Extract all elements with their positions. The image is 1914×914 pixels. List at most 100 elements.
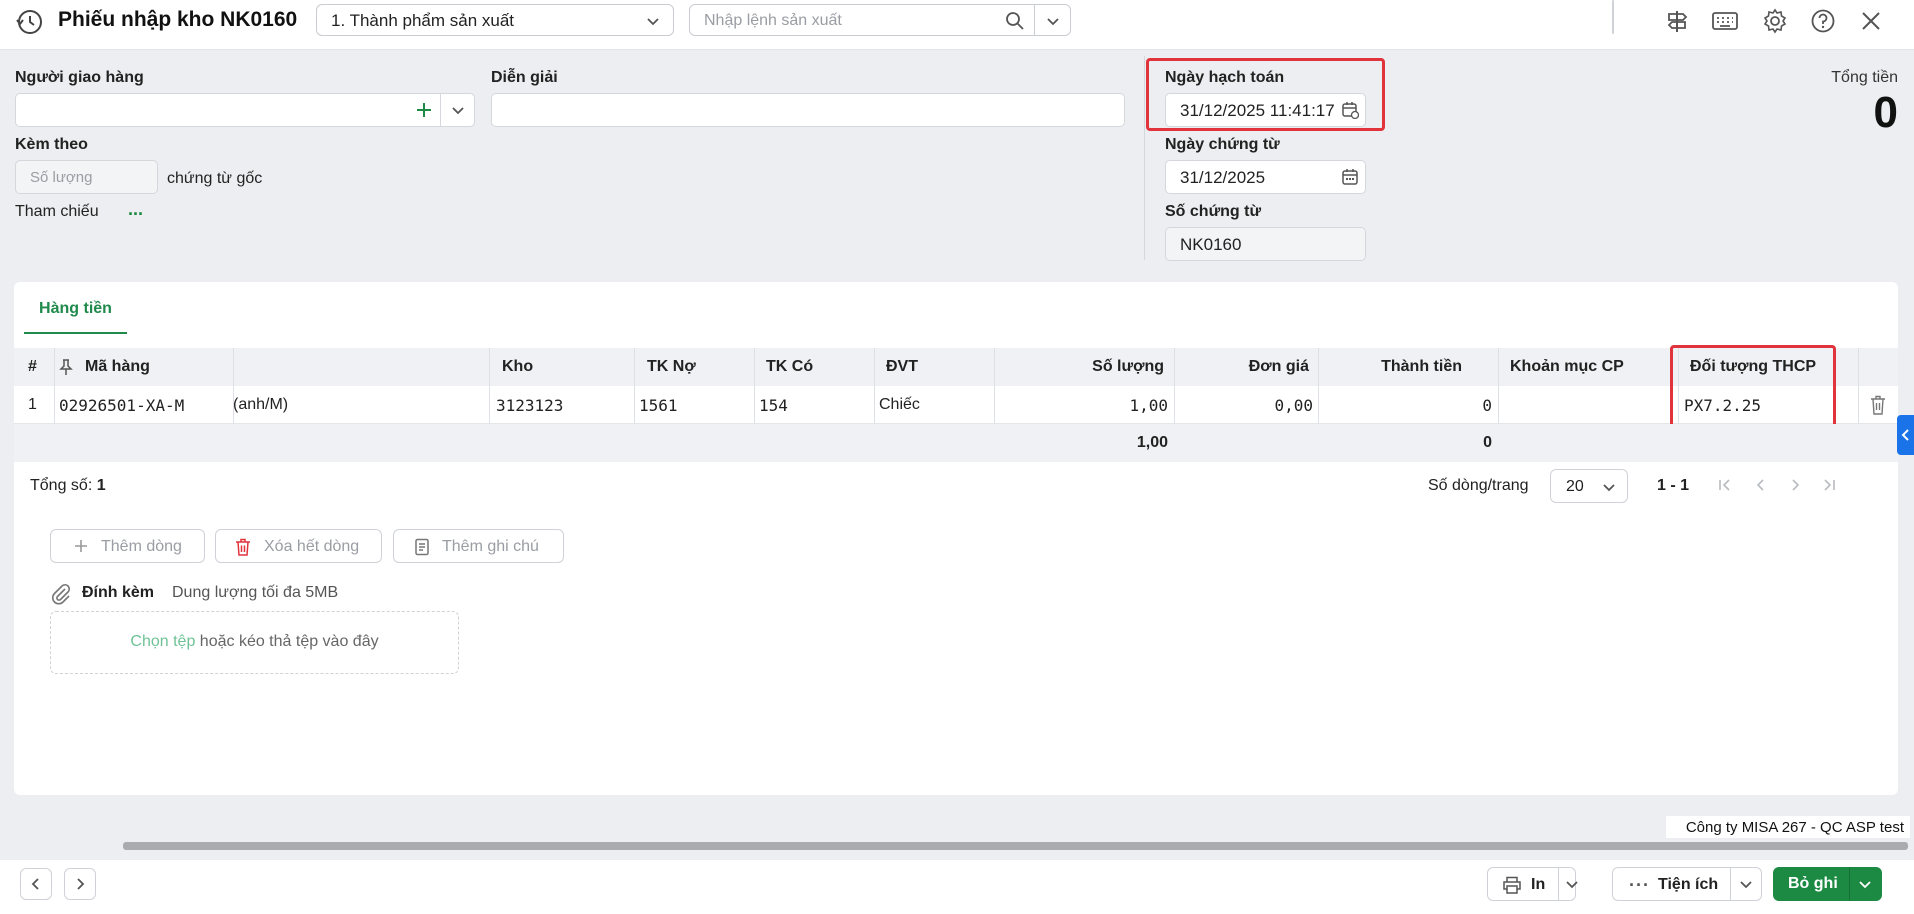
- col-header-khoan-muc-cp[interactable]: Khoản mục CP: [1510, 358, 1624, 376]
- divider: [1174, 386, 1175, 424]
- sum-thanh-tien: 0: [1483, 434, 1492, 451]
- divider: [489, 348, 490, 386]
- gear-icon[interactable]: [1762, 8, 1788, 34]
- next-page-icon[interactable]: [1786, 477, 1804, 498]
- page-range: 1 - 1: [1657, 477, 1690, 494]
- divider: [634, 386, 635, 424]
- choose-file-link[interactable]: Chọn tệp: [130, 633, 195, 650]
- unpost-button[interactable]: Bỏ ghi: [1773, 867, 1882, 901]
- divider: [489, 386, 490, 424]
- divider: [994, 386, 995, 424]
- divider: [994, 348, 995, 386]
- so-chung-tu-input[interactable]: NK0160: [1165, 227, 1366, 261]
- cell-dvt[interactable]: Chiếc: [879, 396, 920, 414]
- tab-active-indicator: [24, 332, 127, 334]
- divider: [440, 94, 441, 126]
- ngay-chung-tu-value: 31/12/2025: [1180, 168, 1266, 187]
- nguoi-giao-hang-input[interactable]: [15, 93, 475, 127]
- table-row[interactable]: 1 02926501-XA-M (anh/M) 3123123 1561 154…: [14, 386, 1898, 424]
- chevron-down-icon: [1601, 479, 1617, 500]
- help-icon[interactable]: [1810, 8, 1836, 34]
- divider: [634, 348, 635, 386]
- delete-all-rows-button[interactable]: Xóa hết dòng: [215, 529, 382, 563]
- tab-hang-tien[interactable]: Hàng tiền: [24, 300, 127, 318]
- table-summary-row: 1,00 0: [14, 424, 1898, 462]
- chevron-down-icon[interactable]: [1738, 876, 1754, 897]
- sum-so-luong: 1,00: [1136, 434, 1168, 451]
- divider: [1498, 348, 1499, 386]
- col-header-dvt[interactable]: ĐVT: [886, 358, 918, 376]
- divider: [874, 348, 875, 386]
- cell-num: 1: [28, 396, 37, 413]
- col-header-so-luong[interactable]: Số lượng: [1004, 358, 1164, 376]
- chevron-down-icon[interactable]: [450, 102, 466, 123]
- divider: [1849, 867, 1850, 901]
- unpost-label: Bỏ ghi: [1788, 875, 1838, 892]
- plus-icon[interactable]: [414, 100, 434, 125]
- ngay-chung-tu-input[interactable]: 31/12/2025: [1165, 160, 1366, 194]
- add-row-button[interactable]: Thêm dòng: [50, 529, 205, 563]
- print-dropdown-chevron-icon[interactable]: [1564, 876, 1580, 897]
- first-page-icon[interactable]: [1716, 477, 1734, 498]
- cell-ma-hang[interactable]: 02926501-XA-M: [59, 396, 184, 415]
- cell-tk-no[interactable]: 1561: [639, 396, 678, 415]
- history-icon[interactable]: [14, 7, 44, 37]
- col-header-tk-no[interactable]: TK Nợ: [647, 358, 696, 376]
- prev-record-button[interactable]: [20, 868, 52, 900]
- tham-chieu-link[interactable]: ...: [128, 199, 143, 220]
- cell-tk-co[interactable]: 154: [759, 396, 788, 415]
- col-header-tk-co[interactable]: TK Có: [766, 358, 813, 376]
- keyboard-icon[interactable]: [1711, 8, 1738, 34]
- add-note-button[interactable]: Thêm ghi chú: [393, 529, 564, 563]
- signpost-icon[interactable]: [1664, 8, 1690, 34]
- last-page-icon[interactable]: [1820, 477, 1838, 498]
- next-record-button[interactable]: [64, 868, 96, 900]
- divider: [1730, 868, 1731, 900]
- production-order-input[interactable]: Nhập lệnh sản xuất: [689, 4, 1071, 36]
- divider: [1498, 386, 1499, 424]
- divider: [754, 386, 755, 424]
- utilities-label: Tiện ích: [1658, 876, 1719, 893]
- divider: [1318, 348, 1319, 386]
- dien-giai-input[interactable]: [491, 93, 1125, 127]
- tong-so: Tổng số: 1: [30, 477, 106, 495]
- production-order-placeholder: Nhập lệnh sản xuất: [704, 12, 842, 29]
- horizontal-scrollbar[interactable]: [123, 842, 1908, 850]
- cell-so-luong[interactable]: 1,00: [1004, 396, 1168, 415]
- so-luong-input[interactable]: Số lượng: [15, 160, 158, 194]
- search-icon[interactable]: [1005, 11, 1025, 36]
- tham-chieu-label: Tham chiếu: [15, 203, 99, 220]
- divider: [233, 348, 234, 386]
- divider: [754, 348, 755, 386]
- tien-ich-button[interactable]: [1612, 0, 1614, 34]
- divider: [1144, 56, 1145, 260]
- cell-thanh-tien[interactable]: 0: [1328, 396, 1492, 415]
- side-panel-toggle[interactable]: [1897, 415, 1914, 455]
- prev-page-icon[interactable]: [1752, 477, 1770, 498]
- divider: [54, 348, 55, 386]
- tong-so-label: Tổng số:: [30, 477, 93, 494]
- cell-ten-hang[interactable]: (anh/M): [233, 396, 483, 414]
- calendar-icon[interactable]: [1341, 168, 1359, 191]
- trash-icon[interactable]: [1868, 394, 1888, 421]
- file-drop-zone[interactable]: Chọn tệp hoặc kéo thả tệp vào đây: [50, 611, 459, 674]
- cell-kho[interactable]: 3123123: [496, 396, 563, 415]
- close-icon[interactable]: [1858, 8, 1884, 34]
- col-header-thanh-tien[interactable]: Thành tiền: [1328, 358, 1462, 376]
- chevron-down-icon[interactable]: [1045, 13, 1061, 34]
- chevron-down-icon: [645, 13, 661, 34]
- col-header-kho[interactable]: Kho: [502, 358, 533, 376]
- divider: [1558, 868, 1559, 900]
- page-title: Phiếu nhập kho NK0160: [58, 8, 298, 31]
- col-header-don-gia[interactable]: Đơn giá: [1184, 358, 1309, 376]
- pin-icon[interactable]: [58, 358, 74, 381]
- print-button[interactable]: In: [1487, 867, 1576, 901]
- utilities-button[interactable]: ··· Tiện ích: [1612, 867, 1762, 901]
- drop-hint: hoặc kéo thả tệp vào đây: [199, 633, 379, 650]
- col-header-ma-hang[interactable]: Mã hàng: [85, 358, 150, 376]
- voucher-type-select[interactable]: 1. Thành phẩm sản xuất: [316, 4, 674, 36]
- chevron-down-icon[interactable]: [1857, 876, 1873, 897]
- cell-don-gia[interactable]: 0,00: [1184, 396, 1313, 415]
- attach-limit: Dung lượng tối đa 5MB: [172, 584, 339, 601]
- rows-per-page-select[interactable]: 20: [1550, 469, 1628, 503]
